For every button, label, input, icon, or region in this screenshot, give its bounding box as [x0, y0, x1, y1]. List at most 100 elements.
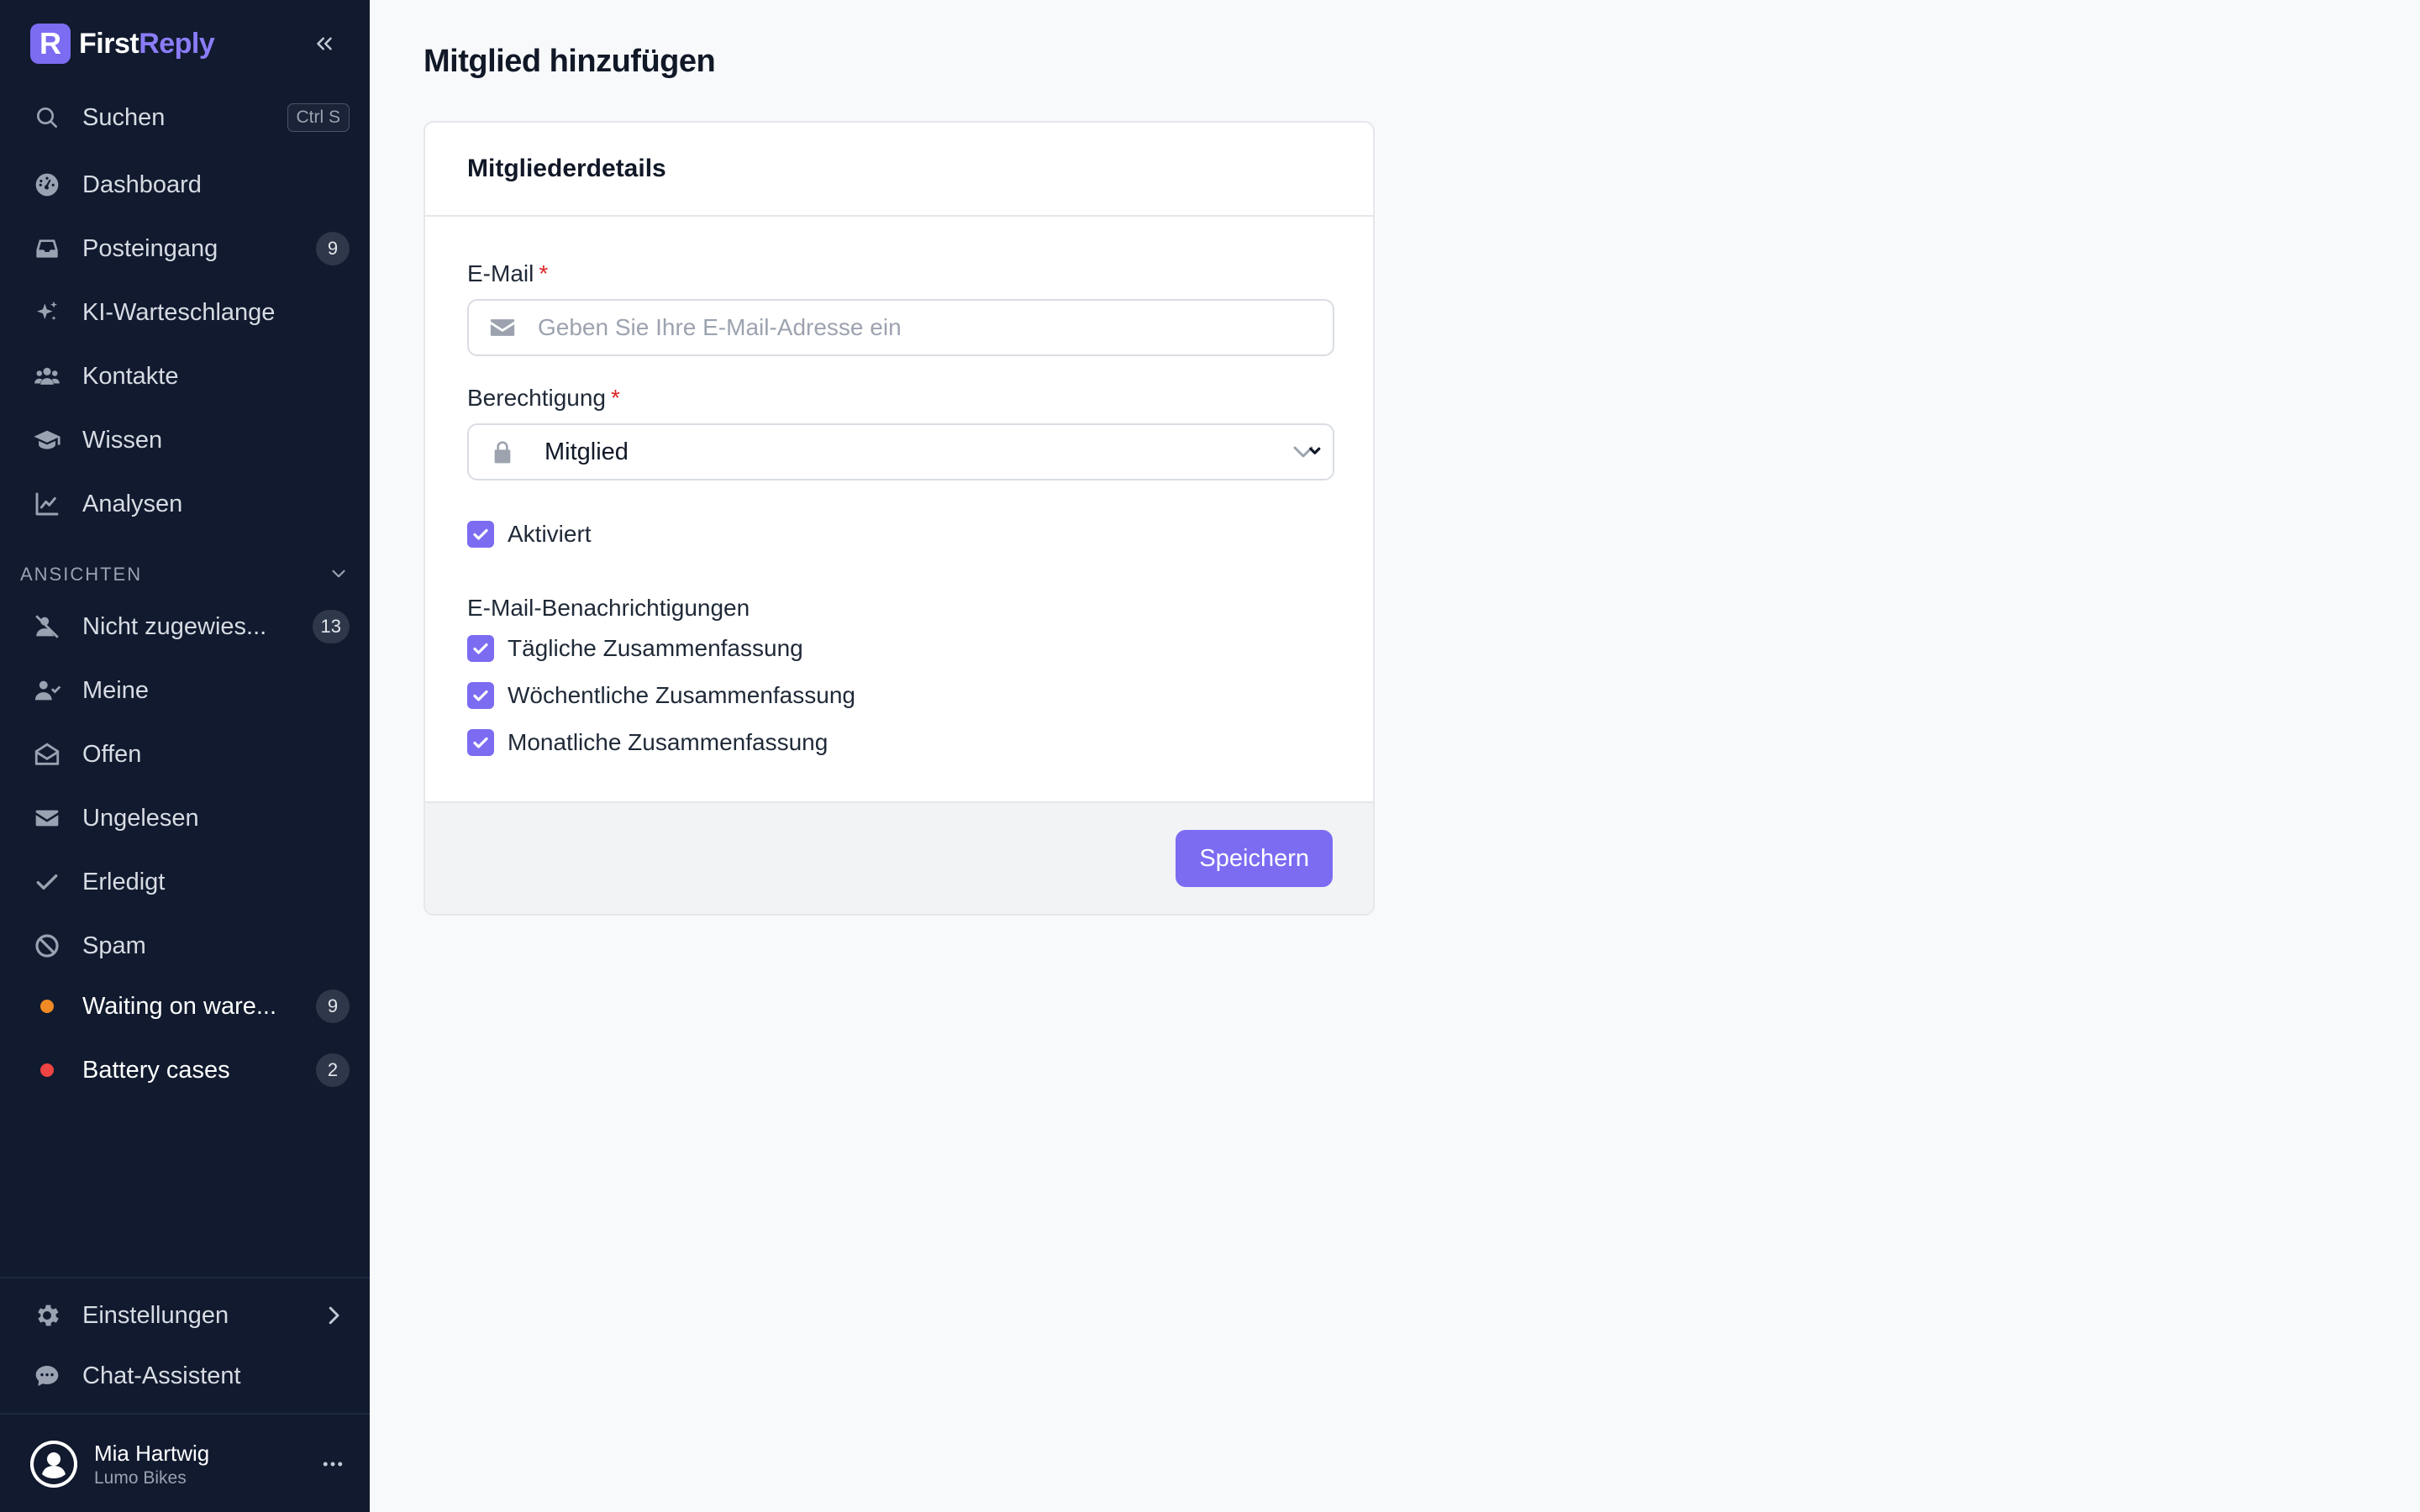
sidebar-item-label: Kontakte [82, 362, 179, 390]
card-title: Mitgliederdetails [425, 123, 1373, 217]
sidebar-item-label: Erledigt [82, 868, 166, 895]
sidebar-divider [0, 1277, 370, 1278]
sidebar-search[interactable]: Suchen Ctrl S [20, 91, 350, 144]
sidebar-item-label: KI-Warteschlange [82, 298, 276, 326]
monthly-summary-checkbox-row[interactable]: Monatliche Zusammenfassung [467, 729, 828, 756]
sidebar-item-dashboard[interactable]: Dashboard [20, 158, 350, 212]
user-check-icon [32, 675, 62, 706]
chat-bubble-icon [32, 1361, 62, 1391]
monthly-summary-checkbox[interactable] [467, 729, 494, 756]
sidebar-item-label: Wissen [82, 426, 163, 454]
lock-icon [486, 435, 519, 469]
checkmark-icon [473, 737, 488, 748]
views-section-header[interactable]: ANSICHTEN [20, 559, 350, 590]
checkmark-icon [473, 643, 488, 654]
sidebar-item-label: Nicht zugewies... [82, 612, 267, 640]
email-field[interactable]: Geben Sie Ihre E-Mail-Adresse ein [467, 299, 1334, 356]
sidebar-divider [0, 1413, 370, 1415]
sidebar-item-inbox[interactable]: Posteingang 9 [20, 222, 350, 276]
sidebar-view-done[interactable]: Erledigt [20, 855, 350, 909]
brand-name-prefix: First [79, 27, 139, 60]
daily-summary-checkbox-row[interactable]: Tägliche Zusammenfassung [467, 635, 803, 662]
search-shortcut-badge: Ctrl S [287, 103, 350, 132]
sidebar: R FirstReply Suchen Ctrl S Dashboard Pos… [0, 0, 370, 1512]
sidebar-item-label: Spam [82, 932, 146, 959]
more-horizontal-icon [323, 1462, 343, 1467]
sidebar-item-label: Dashboard [82, 171, 202, 198]
weekly-summary-checkbox[interactable] [467, 682, 494, 709]
chevrons-left-icon [317, 37, 332, 50]
envelope-open-icon [32, 739, 62, 769]
check-icon [32, 867, 62, 897]
battery-count-badge: 2 [316, 1053, 350, 1087]
user-slash-icon [32, 612, 62, 642]
sidebar-item-label: Analysen [82, 490, 183, 517]
collapse-sidebar-button[interactable] [308, 27, 341, 60]
sidebar-item-label: Meine [82, 676, 149, 704]
app-root: R FirstReply Suchen Ctrl S Dashboard Pos… [0, 0, 2420, 1512]
sidebar-item-label: Battery cases [82, 1056, 230, 1084]
user-menu-button[interactable] [316, 1447, 350, 1481]
email-placeholder: Geben Sie Ihre E-Mail-Adresse ein [538, 314, 902, 340]
save-button[interactable]: Speichern [1176, 830, 1333, 887]
brand-mark-icon: R [30, 24, 71, 64]
sidebar-item-ai-queue[interactable]: KI-Warteschlange [20, 286, 350, 339]
sidebar-item-settings[interactable]: Einstellungen [20, 1289, 350, 1342]
sidebar-view-open[interactable]: Offen [20, 727, 350, 781]
weekly-summary-checkbox-row[interactable]: Wöchentliche Zusammenfassung [467, 682, 855, 709]
sidebar-item-analytics[interactable]: Analysen [20, 477, 350, 531]
sidebar-view-unassigned[interactable]: Nicht zugewies... 13 [20, 600, 350, 654]
activated-label: Aktiviert [508, 521, 592, 547]
daily-summary-checkbox[interactable] [467, 635, 494, 662]
notifications-group-title: E-Mail-Benachrichtigungen [467, 595, 750, 621]
sidebar-view-unread[interactable]: Ungelesen [20, 791, 350, 845]
activated-checkbox[interactable] [467, 521, 494, 548]
email-label: E-Mail * [467, 260, 548, 287]
required-asterisk: * [611, 385, 620, 411]
sidebar-view-waiting-on-warehouse[interactable]: Waiting on ware... 9 [20, 979, 350, 1033]
inbox-tray-icon [32, 234, 62, 264]
red-dot-icon [40, 1063, 54, 1077]
brand-logo[interactable]: R FirstReply [30, 22, 215, 66]
sidebar-search-label: Suchen [82, 103, 166, 131]
daily-summary-label: Tägliche Zusammenfassung [508, 635, 803, 661]
card-footer: Speichern [425, 801, 1373, 914]
ban-icon [32, 931, 62, 961]
sidebar-item-label: Chat-Assistent [82, 1362, 241, 1389]
dashboard-gauge-icon [32, 170, 62, 200]
unassigned-count-badge: 13 [312, 610, 350, 643]
waiting-count-badge: 9 [316, 990, 350, 1023]
brand-name-suffix: Reply [139, 27, 215, 60]
user-info: Mia Hartwig Lumo Bikes [94, 1441, 316, 1488]
permission-select[interactable]: Mitglied [467, 423, 1334, 480]
users-icon [32, 361, 62, 391]
graduation-cap-icon [32, 425, 62, 455]
sidebar-item-label: Einstellungen [82, 1301, 229, 1329]
sidebar-view-mine[interactable]: Meine [20, 664, 350, 717]
sidebar-item-label: Offen [82, 740, 142, 768]
permission-label-text: Berechtigung [467, 385, 607, 411]
checkmark-icon [473, 690, 488, 701]
sidebar-item-label: Ungelesen [82, 804, 199, 832]
chevron-down-icon [328, 563, 350, 590]
sparkles-icon [32, 297, 62, 328]
chevron-right-icon [321, 1303, 346, 1328]
member-details-card: Mitgliederdetails E-Mail * Geben Sie Ihre… [424, 121, 1375, 916]
user-profile[interactable]: Mia Hartwig Lumo Bikes [30, 1438, 350, 1490]
views-section-title: ANSICHTEN [20, 564, 143, 585]
email-label-text: E-Mail [467, 260, 534, 286]
sidebar-item-chat-assistant[interactable]: Chat-Assistent [20, 1349, 350, 1403]
user-organization: Lumo Bikes [94, 1467, 187, 1488]
sidebar-item-label: Waiting on ware... [82, 992, 277, 1020]
sidebar-item-knowledge[interactable]: Wissen [20, 413, 350, 467]
search-icon [32, 102, 62, 133]
user-name: Mia Hartwig [94, 1440, 210, 1466]
avatar [30, 1441, 77, 1488]
line-chart-icon [32, 489, 62, 519]
sidebar-view-battery-cases[interactable]: Battery cases 2 [20, 1043, 350, 1097]
sidebar-view-spam[interactable]: Spam [20, 919, 350, 973]
activated-checkbox-row[interactable]: Aktiviert [467, 521, 592, 548]
orange-dot-icon [40, 1000, 54, 1013]
status-dot [32, 991, 62, 1021]
sidebar-item-contacts[interactable]: Kontakte [20, 349, 350, 403]
